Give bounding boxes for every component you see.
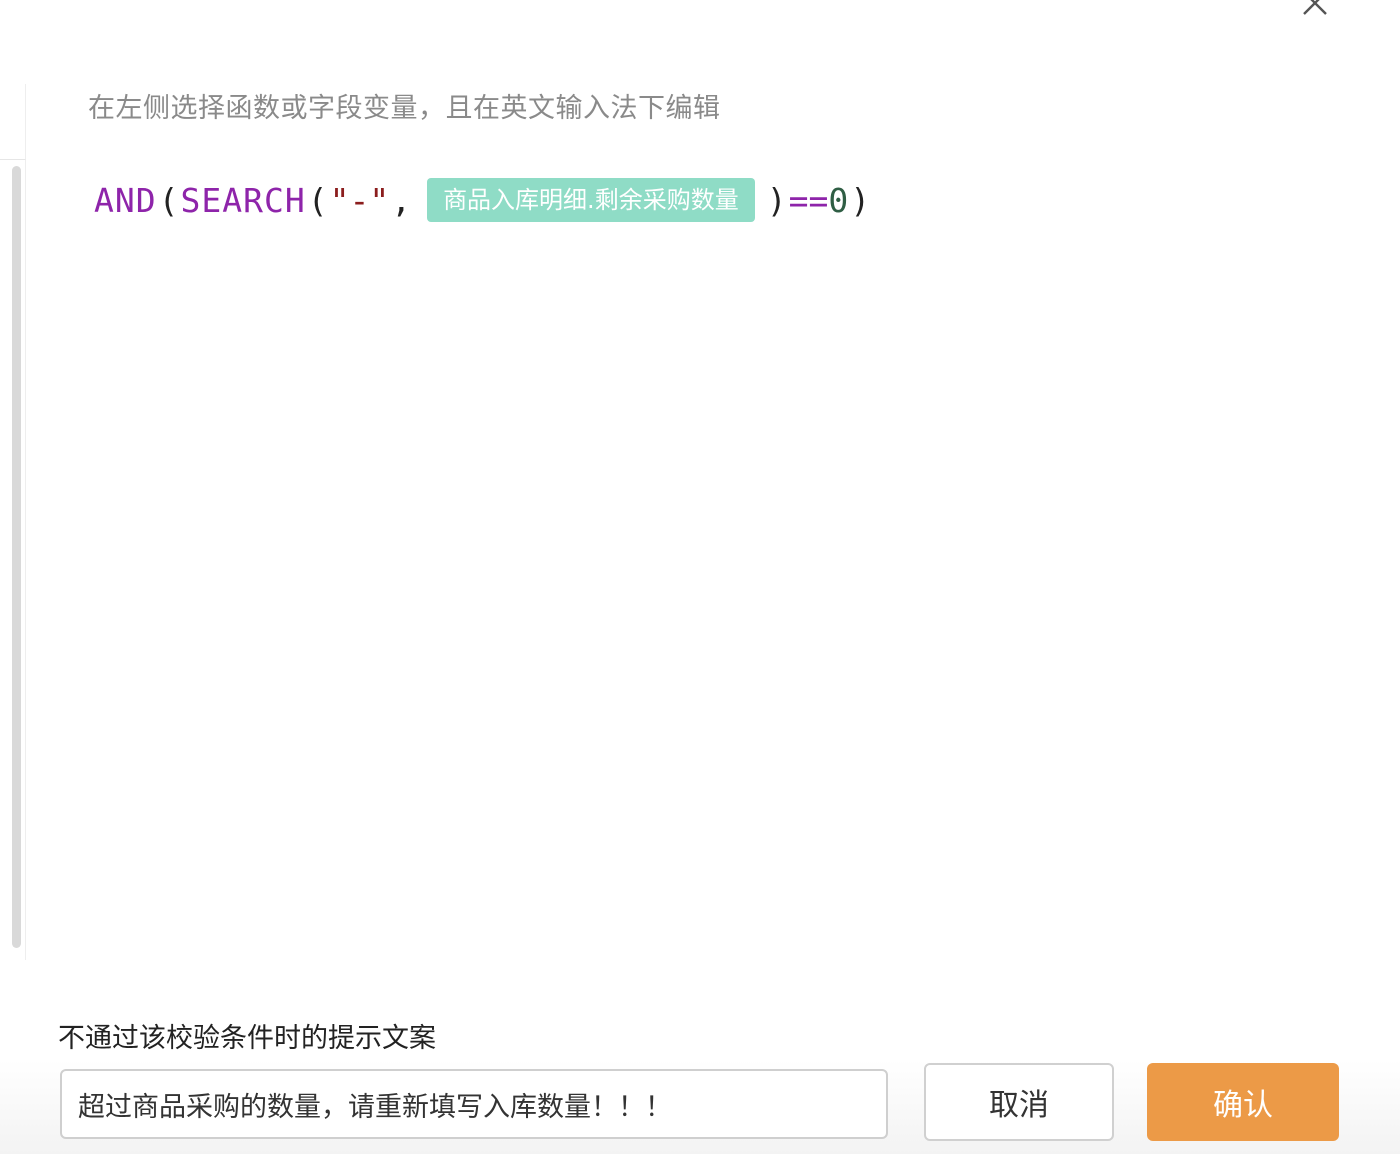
editor-hint: 在左侧选择函数或字段变量，且在英文输入法下编辑 <box>88 93 721 124</box>
scrollbar[interactable] <box>12 166 21 948</box>
close-button[interactable] <box>1298 0 1332 20</box>
formula-editor[interactable]: AND ( SEARCH ( "-" , 商品入库明细.剩余采购数量 ) == … <box>94 176 872 224</box>
field-chip[interactable]: 商品入库明细.剩余采购数量 <box>427 178 755 222</box>
formula-function-search: SEARCH <box>180 180 306 220</box>
message-label: 不通过该校验条件时的提示文案 <box>58 1023 436 1054</box>
cancel-button[interactable]: 取消 <box>924 1063 1114 1141</box>
close-icon[interactable] <box>1298 0 1332 20</box>
formula-comma: , <box>391 180 412 220</box>
left-panel-header-edge <box>0 84 26 160</box>
message-input[interactable] <box>60 1069 888 1139</box>
formula-paren-open: ( <box>307 180 328 220</box>
formula-paren-close: ) <box>850 180 871 220</box>
formula-string-literal: "-" <box>329 180 390 220</box>
formula-dialog: 在左侧选择函数或字段变量，且在英文输入法下编辑 AND ( SEARCH ( "… <box>0 0 1400 1154</box>
confirm-button[interactable]: 确认 <box>1147 1063 1339 1141</box>
formula-paren-open: ( <box>158 180 179 220</box>
formula-function-and: AND <box>94 180 157 220</box>
formula-operator: == <box>788 180 829 220</box>
formula-number: 0 <box>828 180 849 220</box>
formula-paren-close: ) <box>766 180 787 220</box>
